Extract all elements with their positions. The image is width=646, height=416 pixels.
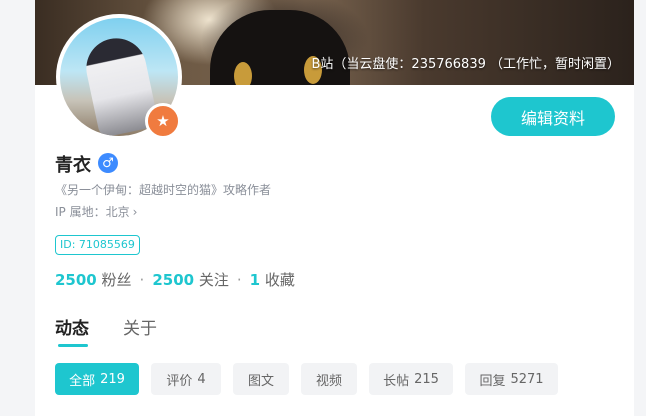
user-name: 青衣 xyxy=(55,155,91,176)
user-id-tag: ID: 71085569 xyxy=(55,235,140,255)
chevron-right-icon: › xyxy=(132,205,138,219)
stat-label: 收藏 xyxy=(264,271,295,289)
banner-cat-eye xyxy=(234,62,252,85)
filter-count: 5271 xyxy=(510,371,544,387)
stats-row: 2500 粉丝 · 2500 关注 · 1 收藏 xyxy=(55,269,295,290)
filter-label: 视频 xyxy=(315,373,342,389)
filter-replies[interactable]: 回复 5271 xyxy=(465,363,558,395)
tab-about[interactable]: 关于 xyxy=(123,314,157,339)
user-tagline: 《另一个伊甸：超越时空的猫》攻略作者 xyxy=(55,183,272,197)
filter-label: 图文 xyxy=(247,373,274,389)
filter-long-posts[interactable]: 长帖 215 xyxy=(369,363,453,395)
stat-separator: · xyxy=(236,271,242,289)
stat-label: 关注 xyxy=(198,271,229,289)
star-badge-icon: ★ xyxy=(145,103,181,139)
filter-count: 219 xyxy=(100,371,125,387)
banner-note: B站（当云盘使：235766839 （工作忙，暂时闲置） xyxy=(311,57,621,72)
tab-activity[interactable]: 动态 xyxy=(55,314,89,339)
edit-profile-button[interactable]: 编辑资料 xyxy=(491,97,615,136)
stat-value: 2500 xyxy=(55,271,97,289)
male-icon: ♂ xyxy=(98,153,118,173)
filter-label: 全部 xyxy=(69,373,96,389)
active-tab-indicator xyxy=(58,344,88,347)
stat-value: 2500 xyxy=(152,271,195,289)
filter-count: 215 xyxy=(414,371,439,387)
ip-location-text: IP 属地：北京 xyxy=(55,205,130,219)
stat-value: 1 xyxy=(249,271,261,289)
banner-cat-image xyxy=(210,10,350,85)
stat-favorites[interactable]: 1 收藏 xyxy=(250,271,295,289)
stat-label: 粉丝 xyxy=(101,271,132,289)
stat-followers[interactable]: 2500 粉丝 xyxy=(55,271,132,289)
stat-separator: · xyxy=(139,271,145,289)
filter-all[interactable]: 全部 219 xyxy=(55,363,139,395)
filter-video[interactable]: 视频 xyxy=(301,363,357,395)
filter-label: 回复 xyxy=(479,373,506,389)
filter-label: 长帖 xyxy=(383,373,410,389)
filter-label: 评价 xyxy=(166,373,193,389)
filter-image-text[interactable]: 图文 xyxy=(233,363,289,395)
stat-following[interactable]: 2500 关注 xyxy=(152,271,229,289)
filter-count: 4 xyxy=(197,371,206,387)
filter-reviews[interactable]: 评价 4 xyxy=(151,363,221,395)
ip-location-link[interactable]: IP 属地：北京 › xyxy=(55,203,137,220)
